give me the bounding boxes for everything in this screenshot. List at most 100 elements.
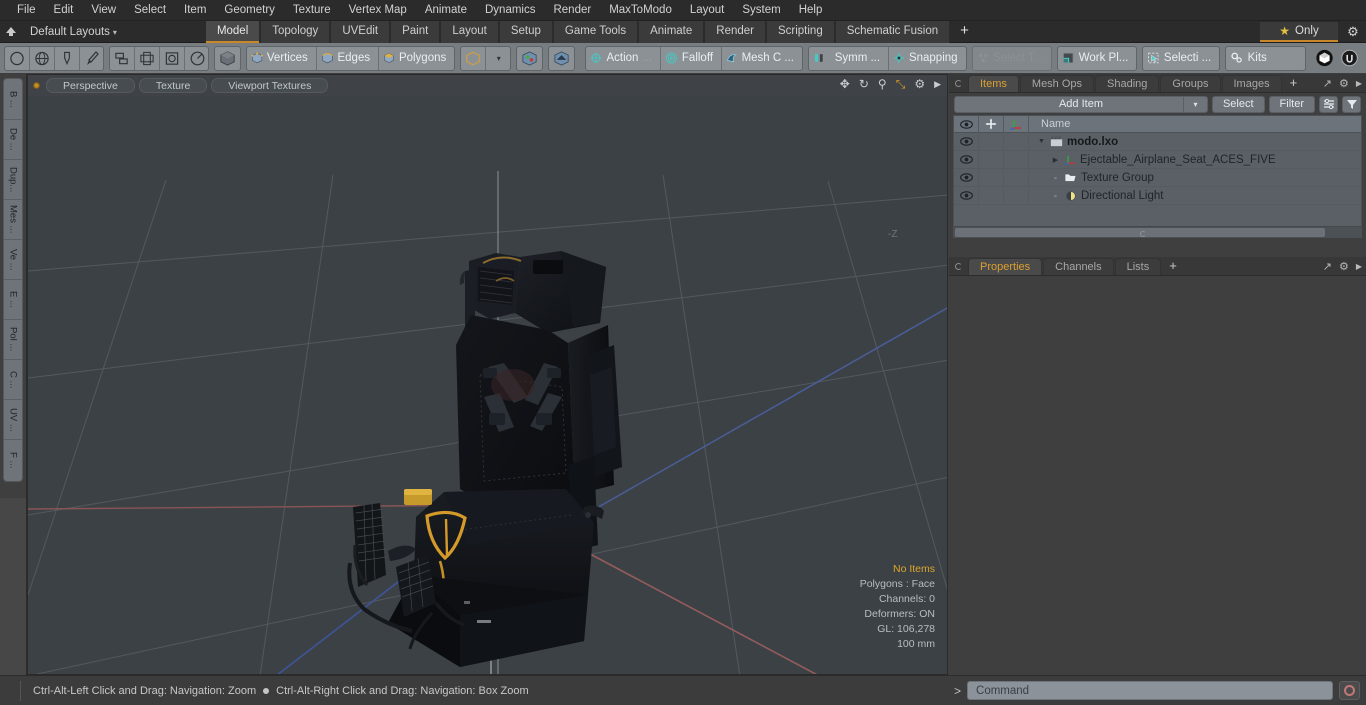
radial-icon[interactable]: [185, 47, 208, 70]
mesh-paint-icon[interactable]: [515, 45, 543, 71]
row-name-cell[interactable]: ▪ Directional Light: [1029, 190, 1361, 202]
add-item-button[interactable]: Add Item ▾: [954, 95, 1208, 113]
menu-item-layout[interactable]: Layout: [681, 0, 734, 21]
home-icon[interactable]: [0, 21, 22, 43]
chevron-right-icon[interactable]: ▶: [1356, 79, 1362, 88]
selection-sets-button[interactable]: Selecti ...: [1142, 45, 1221, 71]
tab-groups[interactable]: Groups: [1160, 75, 1221, 92]
tab-game-tools[interactable]: Game Tools: [552, 20, 639, 43]
tab-items[interactable]: Items: [968, 75, 1019, 92]
viewport-tab-perspective[interactable]: Perspective: [46, 78, 135, 93]
chevron-down-icon[interactable]: ▾: [1182, 96, 1207, 112]
viewport-3d[interactable]: Y X Z -Z Perspective Texture Viewport Te…: [27, 74, 948, 675]
align-icon[interactable]: [110, 46, 135, 70]
menu-item-animate[interactable]: Animate: [416, 0, 476, 21]
add-properties-tab-button[interactable]: +: [1162, 258, 1184, 275]
items-tree-hscrollbar[interactable]: [954, 226, 1361, 237]
action-center-button[interactable]: Action ...: [586, 46, 662, 70]
menu-item-render[interactable]: Render: [544, 0, 600, 21]
left-tab-curve[interactable]: C ...: [4, 360, 22, 400]
kits-button[interactable]: Kits: [1225, 45, 1306, 71]
tab-model[interactable]: Model: [204, 20, 261, 43]
tab-schematic-fusion[interactable]: Schematic Fusion: [834, 20, 951, 43]
tab-mesh-ops[interactable]: Mesh Ops: [1019, 75, 1095, 92]
only-toggle-button[interactable]: ★ Only: [1260, 22, 1338, 42]
tab-uvedit[interactable]: UVEdit: [330, 20, 391, 43]
maximize-icon[interactable]: ⤡: [896, 78, 906, 91]
command-input[interactable]: Command: [967, 681, 1333, 700]
left-tab-polygon[interactable]: Pol ...: [4, 320, 22, 360]
row-visibility-toggle[interactable]: [954, 168, 979, 187]
tab-layout[interactable]: Layout: [440, 20, 499, 43]
tab-scripting[interactable]: Scripting: [765, 20, 835, 43]
gear-icon[interactable]: ⚙: [1344, 23, 1362, 41]
zoom-icon[interactable]: ⚲: [878, 78, 887, 91]
items-tree-hscroll-thumb[interactable]: [955, 228, 1326, 237]
rotate-icon[interactable]: ↻: [859, 78, 869, 91]
funnel-icon[interactable]: [1342, 95, 1361, 113]
expand-icon[interactable]: ↗: [1323, 77, 1332, 90]
menu-item-texture[interactable]: Texture: [284, 0, 340, 21]
table-row[interactable]: ▪ Directional Light: [954, 186, 1361, 205]
menu-item-edit[interactable]: Edit: [45, 0, 83, 21]
tab-channels[interactable]: Channels: [1043, 258, 1114, 275]
row-name-cell[interactable]: ▶ Ejectable_Airplane_Seat_ACES_FIVE: [1029, 154, 1361, 166]
chevron-right-icon[interactable]: ▶: [934, 78, 941, 91]
add-panel-tab-button[interactable]: +: [1283, 75, 1305, 92]
square-target-icon[interactable]: [160, 46, 185, 70]
menu-item-view[interactable]: View: [82, 0, 125, 21]
tab-topology[interactable]: Topology: [260, 20, 331, 43]
table-row[interactable]: ▪ Texture Group: [954, 168, 1361, 187]
list-options-icon[interactable]: [1319, 95, 1338, 113]
row-name-cell[interactable]: ▪ Texture Group: [1029, 172, 1361, 184]
row-name-cell[interactable]: ▼ modo.lxo: [1029, 136, 1361, 148]
left-tab-duplicate[interactable]: Dup...: [4, 160, 22, 200]
tab-render[interactable]: Render: [704, 20, 766, 43]
menu-item-file[interactable]: File: [8, 0, 45, 21]
row-visibility-toggle[interactable]: [954, 150, 979, 169]
row-visibility-toggle[interactable]: [954, 132, 979, 151]
falloff-button[interactable]: Falloff: [661, 46, 723, 70]
tab-setup[interactable]: Setup: [498, 20, 553, 43]
viewport-tab-texture[interactable]: Texture: [138, 78, 208, 93]
viewport-canvas[interactable]: Y X Z -Z: [28, 75, 948, 675]
gear-icon[interactable]: ⚙: [1339, 260, 1349, 273]
left-tab-fusion[interactable]: F ...: [4, 440, 22, 480]
menu-item-select[interactable]: Select: [125, 0, 175, 21]
left-tab-mesh-edit[interactable]: Mes ...: [4, 200, 22, 240]
viewport-tab-viewport-textures[interactable]: Viewport Textures: [211, 78, 329, 93]
menu-item-system[interactable]: System: [733, 0, 789, 21]
select-mode-polygons-button[interactable]: Polygons: [379, 47, 454, 70]
table-row[interactable]: ▶ Ejectable_Airplane_Seat_ACES_FIVE: [954, 150, 1361, 169]
add-tab-button[interactable]: +: [950, 21, 979, 43]
panel-menu-icon[interactable]: [955, 80, 962, 87]
symmetry-button[interactable]: Symm ...: [809, 46, 890, 70]
left-tab-uv[interactable]: UV ...: [4, 400, 22, 440]
work-plane-button[interactable]: Work Pl...: [1057, 45, 1138, 71]
command-run-icon[interactable]: [1339, 681, 1360, 700]
left-tab-basic[interactable]: B ...: [4, 80, 22, 120]
pan-icon[interactable]: ✥: [840, 78, 850, 91]
snapping-button[interactable]: Snapping: [889, 47, 965, 70]
tab-lists[interactable]: Lists: [1114, 258, 1162, 275]
mesh-constraint-button[interactable]: Mesh C ...: [722, 47, 802, 70]
select-mode-vertices-button[interactable]: Vertices: [247, 46, 317, 70]
gear-icon[interactable]: ⚙: [1339, 77, 1349, 90]
items-tree[interactable]: Name ▼ modo.lxo ▶ Ejectable_Airplane_Sea…: [953, 115, 1362, 238]
menu-item-dynamics[interactable]: Dynamics: [476, 0, 544, 21]
tab-shading[interactable]: Shading: [1095, 75, 1160, 92]
center-icon[interactable]: [135, 46, 160, 70]
menu-item-vertex-map[interactable]: Vertex Map: [340, 0, 416, 21]
select-mode-edges-button[interactable]: Edges: [317, 46, 380, 70]
left-tab-deform[interactable]: De ...: [4, 120, 22, 160]
tab-images[interactable]: Images: [1221, 75, 1282, 92]
menu-item-help[interactable]: Help: [790, 0, 832, 21]
cube-outline-icon[interactable]: [461, 46, 487, 70]
menu-item-item[interactable]: Item: [175, 0, 215, 21]
menu-item-geometry[interactable]: Geometry: [215, 0, 284, 21]
tab-properties[interactable]: Properties: [968, 258, 1043, 275]
twisty-icon[interactable]: ▼: [1037, 138, 1046, 145]
table-row[interactable]: ▼ modo.lxo: [954, 132, 1361, 151]
select-through-button[interactable]: Select T...: [971, 45, 1053, 71]
brush-icon[interactable]: [80, 47, 103, 70]
